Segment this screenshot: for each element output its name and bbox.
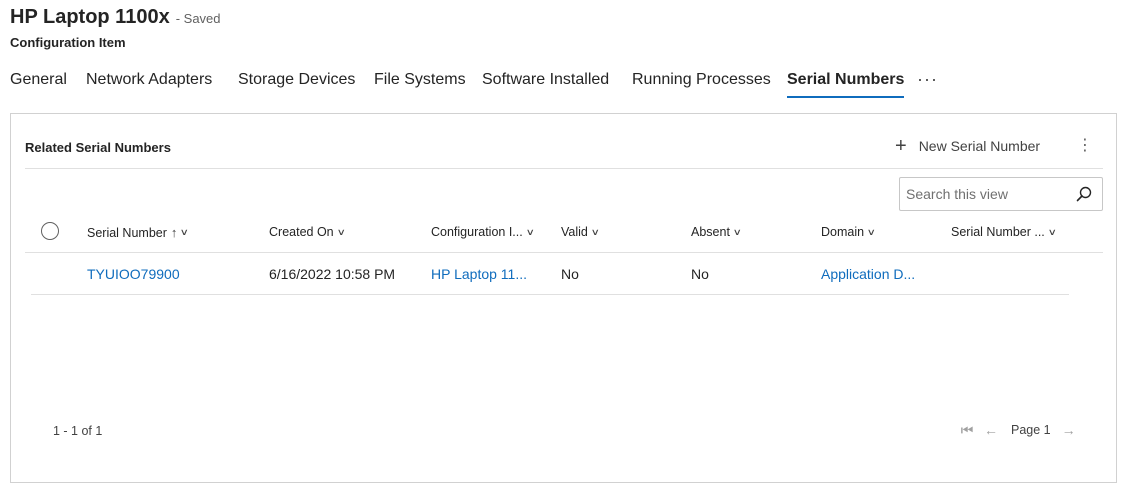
column-header-serial-number[interactable]: Serial Number ↑ ∨: [87, 225, 190, 240]
new-serial-number-label: New Serial Number: [918, 138, 1041, 154]
tab-network-adapters[interactable]: Network Adapters: [86, 66, 212, 98]
search-box: [899, 177, 1103, 211]
column-header-created-on[interactable]: Created On ∨: [269, 225, 346, 239]
tab-storage-devices[interactable]: Storage Devices: [238, 66, 355, 98]
record-header: HP Laptop 1100x - Saved Configuration It…: [10, 6, 221, 50]
chevron-down-icon: ∨: [590, 226, 600, 237]
tab-serial-numbers[interactable]: Serial Numbers: [787, 66, 905, 98]
chevron-down-icon: ∨: [525, 226, 535, 237]
page-label: Page 1: [1011, 423, 1051, 437]
column-header-valid[interactable]: Valid ∨: [561, 225, 600, 239]
tab-bar: General Network Adapters Storage Devices…: [0, 66, 1124, 100]
column-label: Absent: [691, 225, 730, 239]
column-header-domain[interactable]: Domain ∨: [821, 225, 876, 239]
record-count: 1 - 1 of 1: [53, 424, 103, 438]
table-row[interactable]: TYUIOO79900 6/16/2022 10:58 PM HP Laptop…: [31, 253, 1069, 295]
related-serial-numbers-grid: Related Serial Numbers + New Serial Numb…: [10, 113, 1117, 483]
more-vertical-icon[interactable]: ⋮: [1077, 136, 1093, 156]
chevron-down-icon: ∨: [866, 226, 876, 237]
column-header-serial-number-type[interactable]: Serial Number ... ∨: [951, 225, 1057, 239]
tab-running-processes[interactable]: Running Processes: [632, 66, 771, 98]
chevron-down-icon: ∨: [732, 226, 742, 237]
tab-software-installed[interactable]: Software Installed: [482, 66, 609, 98]
cell-configuration-item[interactable]: HP Laptop 11...: [431, 266, 527, 282]
grid-header: Related Serial Numbers + New Serial Numb…: [25, 114, 1103, 169]
save-status: - Saved: [175, 11, 221, 26]
next-page-icon[interactable]: →: [1057, 422, 1081, 438]
column-header-configuration-item[interactable]: Configuration I... ∨: [431, 225, 535, 239]
tab-file-systems[interactable]: File Systems: [374, 66, 466, 98]
new-serial-number-button[interactable]: + New Serial Number: [895, 136, 1040, 156]
previous-page-icon[interactable]: ←: [979, 422, 1003, 438]
column-label: Valid: [561, 225, 588, 239]
cell-serial-number[interactable]: TYUIOO79900: [87, 266, 180, 282]
column-label: Serial Number ...: [951, 225, 1045, 239]
chevron-down-icon: ∨: [336, 226, 346, 237]
select-all-radio[interactable]: [41, 222, 59, 240]
table-header: Serial Number ↑ ∨ Created On ∨ Configura…: [25, 212, 1103, 253]
cell-valid: No: [561, 266, 579, 282]
column-label: Domain: [821, 225, 865, 239]
chevron-down-icon: ∨: [180, 227, 190, 237]
first-page-icon[interactable]: ⏮: [955, 422, 979, 439]
more-tabs-button[interactable]: ···: [917, 66, 938, 92]
plus-icon: +: [895, 135, 907, 157]
entity-type-label: Configuration Item: [10, 35, 126, 50]
pager: ⏮ ← Page 1 →: [955, 420, 1081, 440]
chevron-down-icon: ∨: [1047, 226, 1057, 237]
cell-domain[interactable]: Application D...: [821, 266, 915, 282]
column-label: Created On: [269, 225, 334, 239]
column-label: Configuration I...: [431, 225, 523, 239]
tab-general[interactable]: General: [10, 66, 67, 98]
record-title: HP Laptop 1100x: [10, 6, 170, 28]
column-header-absent[interactable]: Absent ∨: [691, 225, 742, 239]
cell-absent: No: [691, 266, 709, 282]
grid-title: Related Serial Numbers: [25, 140, 171, 155]
search-input[interactable]: [906, 180, 1074, 208]
search-icon[interactable]: [1076, 186, 1092, 202]
column-label: Serial Number: [87, 225, 167, 240]
cell-created-on: 6/16/2022 10:58 PM: [269, 266, 396, 282]
sort-ascending-icon: ↑: [170, 225, 178, 240]
